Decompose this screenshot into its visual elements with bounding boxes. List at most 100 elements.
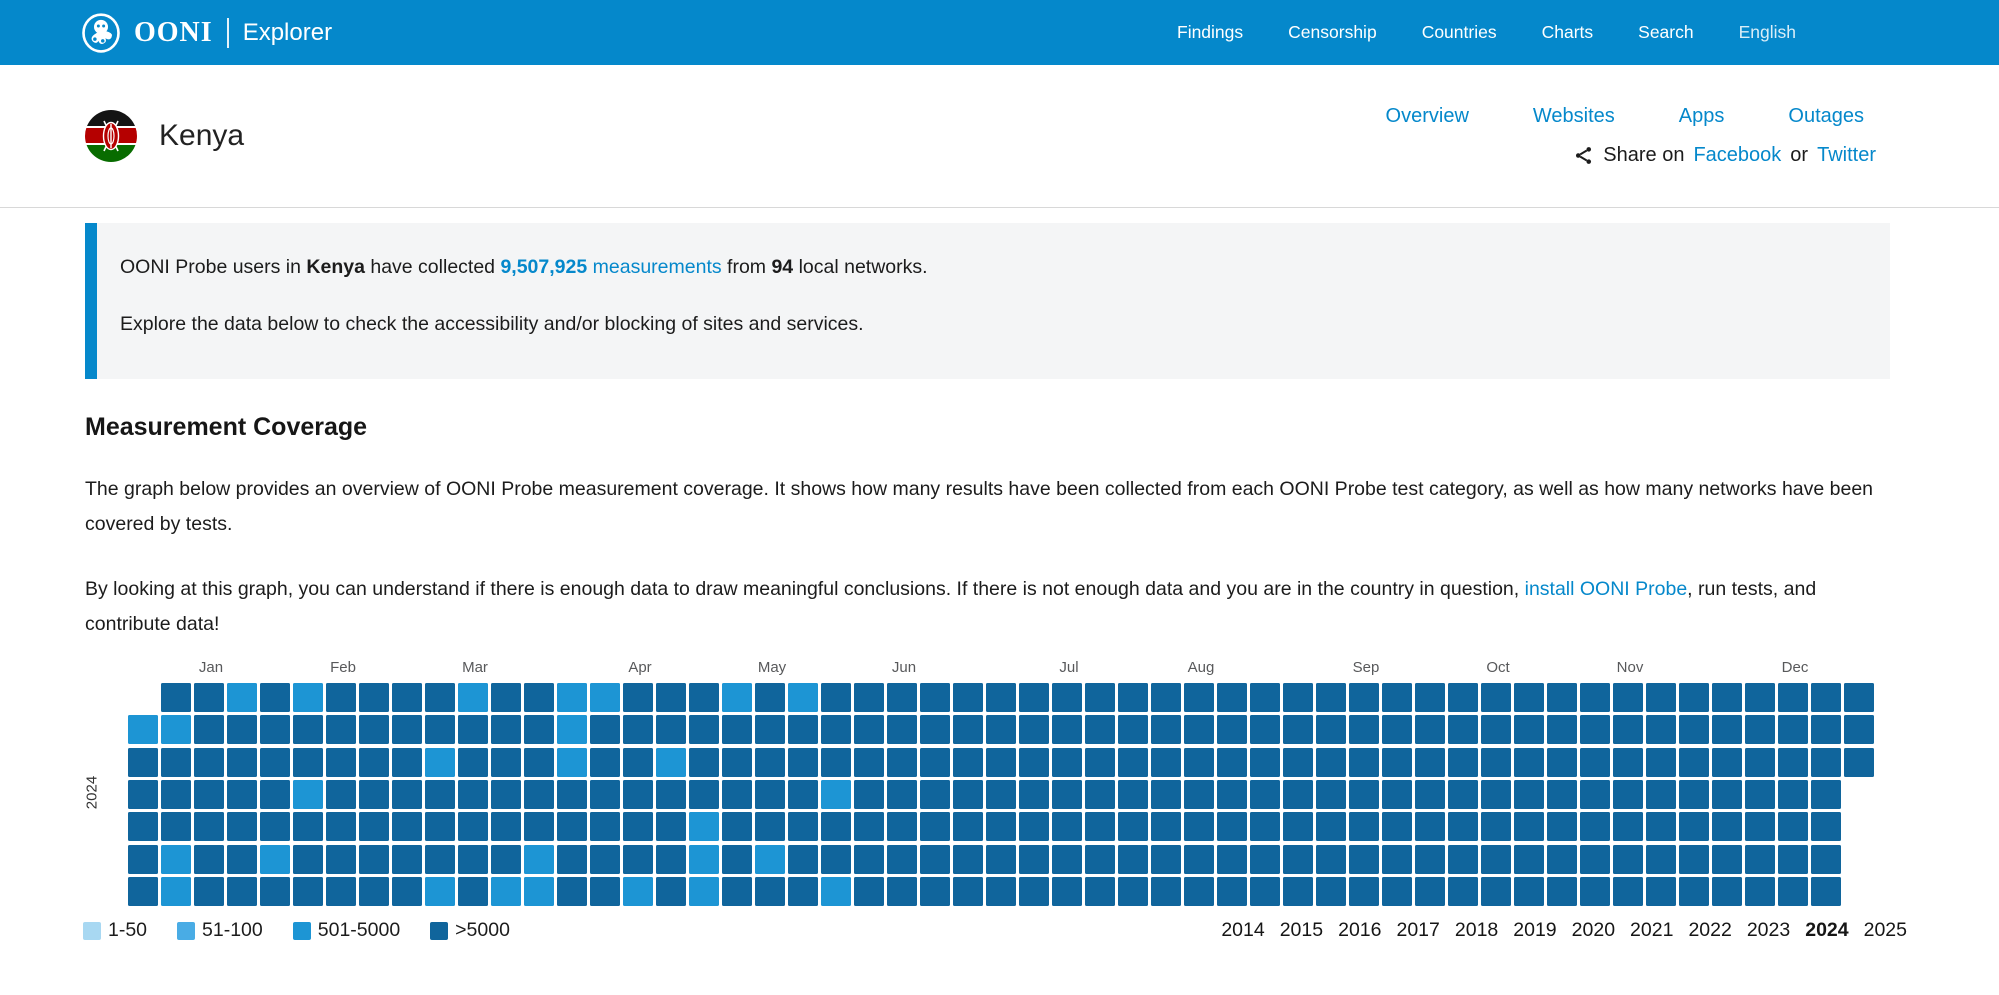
heatmap-cell[interactable] bbox=[1118, 715, 1148, 744]
heatmap-cell[interactable] bbox=[260, 812, 290, 841]
heatmap-cell[interactable] bbox=[1580, 715, 1610, 744]
year-button-2022[interactable]: 2022 bbox=[1688, 919, 1731, 942]
heatmap-cell[interactable] bbox=[953, 845, 983, 874]
heatmap-cell[interactable] bbox=[326, 683, 356, 712]
year-button-2016[interactable]: 2016 bbox=[1338, 919, 1381, 942]
heatmap-cell[interactable] bbox=[392, 748, 422, 777]
heatmap-cell[interactable] bbox=[1283, 748, 1313, 777]
heatmap-cell[interactable] bbox=[227, 845, 257, 874]
heatmap-cell[interactable] bbox=[920, 683, 950, 712]
heatmap-cell[interactable] bbox=[524, 683, 554, 712]
heatmap-cell[interactable] bbox=[722, 845, 752, 874]
heatmap-cell[interactable] bbox=[590, 683, 620, 712]
heatmap-cell[interactable] bbox=[1085, 715, 1115, 744]
heatmap-cell[interactable] bbox=[821, 748, 851, 777]
install-ooni-probe-link[interactable]: install OONI Probe bbox=[1525, 578, 1688, 600]
heatmap-cell[interactable] bbox=[1184, 877, 1214, 906]
heatmap-cell[interactable] bbox=[689, 845, 719, 874]
heatmap-cell[interactable] bbox=[722, 780, 752, 809]
heatmap-cell[interactable] bbox=[656, 845, 686, 874]
heatmap-cell[interactable] bbox=[392, 715, 422, 744]
heatmap-cell[interactable] bbox=[689, 748, 719, 777]
heatmap-cell[interactable] bbox=[1184, 812, 1214, 841]
heatmap-cell[interactable] bbox=[425, 845, 455, 874]
heatmap-cell[interactable] bbox=[1382, 715, 1412, 744]
heatmap-cell[interactable] bbox=[1085, 877, 1115, 906]
heatmap-cell[interactable] bbox=[194, 877, 224, 906]
heatmap-cell[interactable] bbox=[227, 683, 257, 712]
heatmap-cell[interactable] bbox=[986, 812, 1016, 841]
heatmap-cell[interactable] bbox=[359, 748, 389, 777]
heatmap-cell[interactable] bbox=[1646, 748, 1676, 777]
heatmap-cell[interactable] bbox=[161, 748, 191, 777]
heatmap-cell[interactable] bbox=[491, 780, 521, 809]
heatmap-cell[interactable] bbox=[491, 683, 521, 712]
heatmap-cell[interactable] bbox=[1217, 780, 1247, 809]
heatmap-cell[interactable] bbox=[1052, 748, 1082, 777]
heatmap-cell[interactable] bbox=[1085, 812, 1115, 841]
heatmap-cell[interactable] bbox=[1448, 812, 1478, 841]
heatmap-cell[interactable] bbox=[524, 812, 554, 841]
heatmap-cell[interactable] bbox=[590, 748, 620, 777]
heatmap-cell[interactable] bbox=[557, 780, 587, 809]
heatmap-cell[interactable] bbox=[1382, 845, 1412, 874]
heatmap-cell[interactable] bbox=[524, 877, 554, 906]
heatmap-cell[interactable] bbox=[1745, 780, 1775, 809]
heatmap-cell[interactable] bbox=[1349, 780, 1379, 809]
heatmap-cell[interactable] bbox=[1745, 877, 1775, 906]
heatmap-cell[interactable] bbox=[1052, 683, 1082, 712]
heatmap-cell[interactable] bbox=[425, 748, 455, 777]
heatmap-cell[interactable] bbox=[1316, 877, 1346, 906]
heatmap-cell[interactable] bbox=[1415, 748, 1445, 777]
heatmap-cell[interactable] bbox=[1184, 845, 1214, 874]
heatmap-cell[interactable] bbox=[1019, 845, 1049, 874]
heatmap-cell[interactable] bbox=[392, 683, 422, 712]
heatmap-cell[interactable] bbox=[755, 748, 785, 777]
heatmap-cell[interactable] bbox=[887, 812, 917, 841]
heatmap-cell[interactable] bbox=[359, 845, 389, 874]
year-button-2019[interactable]: 2019 bbox=[1513, 919, 1556, 942]
heatmap-cell[interactable] bbox=[557, 715, 587, 744]
heatmap-cell[interactable] bbox=[1811, 877, 1841, 906]
heatmap-cell[interactable] bbox=[1679, 877, 1709, 906]
heatmap-cell[interactable] bbox=[293, 812, 323, 841]
heatmap-cell[interactable] bbox=[293, 780, 323, 809]
heatmap-cell[interactable] bbox=[326, 877, 356, 906]
heatmap-cell[interactable] bbox=[1778, 812, 1808, 841]
heatmap-cell[interactable] bbox=[887, 845, 917, 874]
heatmap-cell[interactable] bbox=[1481, 780, 1511, 809]
heatmap-cell[interactable] bbox=[1481, 877, 1511, 906]
heatmap-cell[interactable] bbox=[1382, 748, 1412, 777]
heatmap-cell[interactable] bbox=[425, 812, 455, 841]
heatmap-cell[interactable] bbox=[590, 877, 620, 906]
heatmap-cell[interactable] bbox=[1151, 877, 1181, 906]
heatmap-cell[interactable] bbox=[1844, 748, 1874, 777]
heatmap-cell[interactable] bbox=[1679, 845, 1709, 874]
heatmap-cell[interactable] bbox=[1415, 780, 1445, 809]
heatmap-cell[interactable] bbox=[1052, 812, 1082, 841]
heatmap-cell[interactable] bbox=[656, 748, 686, 777]
heatmap-cell[interactable] bbox=[1844, 715, 1874, 744]
heatmap-cell[interactable] bbox=[1217, 877, 1247, 906]
heatmap-cell[interactable] bbox=[1580, 877, 1610, 906]
heatmap-cell[interactable] bbox=[788, 780, 818, 809]
heatmap-cell[interactable] bbox=[1448, 877, 1478, 906]
heatmap-cell[interactable] bbox=[1646, 877, 1676, 906]
heatmap-cell[interactable] bbox=[491, 715, 521, 744]
heatmap-cell[interactable] bbox=[590, 812, 620, 841]
year-button-2017[interactable]: 2017 bbox=[1396, 919, 1439, 942]
heatmap-cell[interactable] bbox=[1778, 877, 1808, 906]
heatmap-cell[interactable] bbox=[1547, 683, 1577, 712]
heatmap-cell[interactable] bbox=[392, 845, 422, 874]
heatmap-cell[interactable] bbox=[1547, 812, 1577, 841]
heatmap-cell[interactable] bbox=[1415, 812, 1445, 841]
heatmap-cell[interactable] bbox=[359, 812, 389, 841]
heatmap-cell[interactable] bbox=[656, 683, 686, 712]
heatmap-cell[interactable] bbox=[458, 683, 488, 712]
heatmap-cell[interactable] bbox=[1415, 715, 1445, 744]
heatmap-cell[interactable] bbox=[458, 748, 488, 777]
heatmap-cell[interactable] bbox=[425, 683, 455, 712]
heatmap-cell[interactable] bbox=[953, 780, 983, 809]
heatmap-cell[interactable] bbox=[1118, 683, 1148, 712]
heatmap-cell[interactable] bbox=[1250, 748, 1280, 777]
